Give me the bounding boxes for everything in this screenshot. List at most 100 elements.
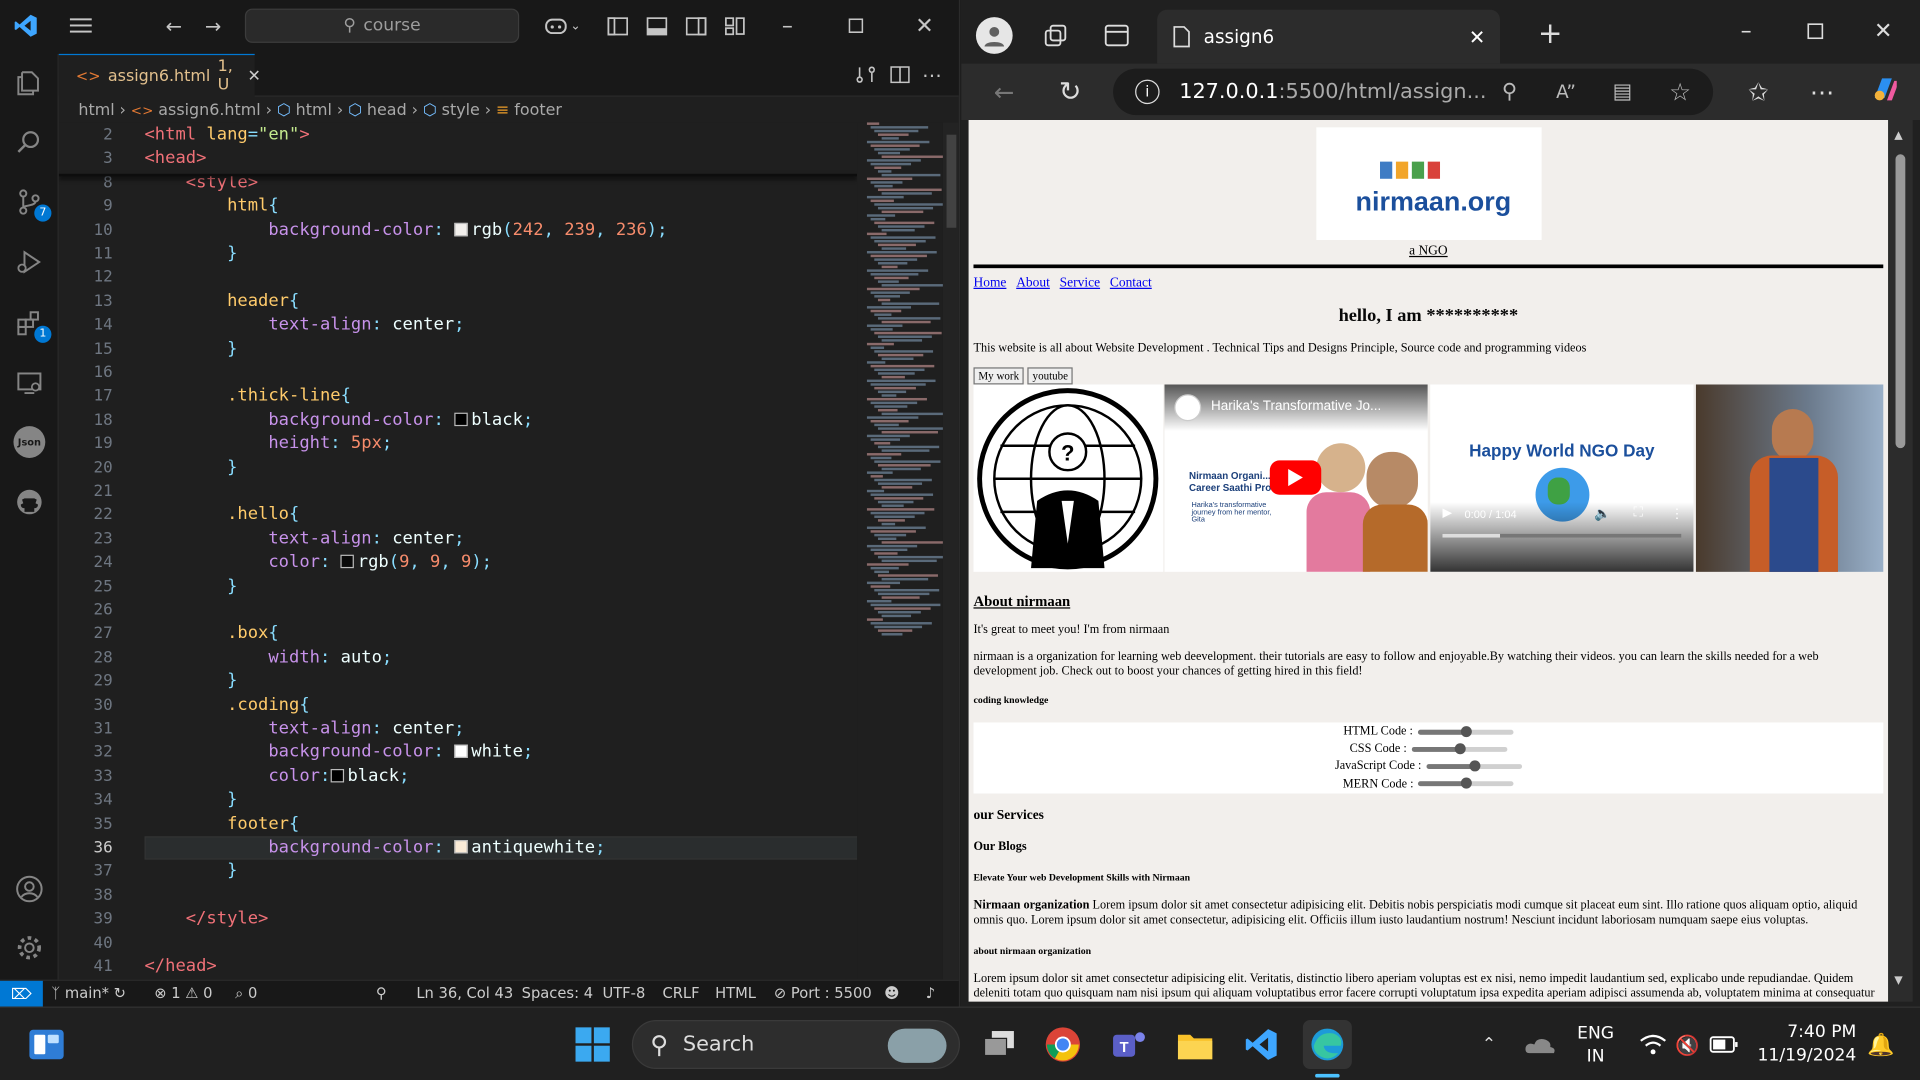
code-line[interactable]: html{ (144, 195, 279, 219)
code-line[interactable]: background-color: antiquewhite; (144, 836, 605, 860)
back-icon[interactable]: ← (991, 77, 1018, 106)
code-line[interactable]: } (144, 242, 237, 266)
edge-close-icon[interactable]: ✕ (1870, 17, 1897, 44)
compare-changes-icon[interactable] (852, 61, 879, 88)
slider-thumb[interactable] (1461, 777, 1473, 789)
code-line[interactable]: </style> (144, 908, 269, 932)
color-swatch[interactable] (454, 744, 468, 759)
refresh-icon[interactable]: ↻ (1057, 77, 1084, 108)
code-line[interactable]: text-align: center; (144, 528, 464, 552)
code-line[interactable]: footer{ (144, 813, 299, 837)
code-line[interactable]: </head> (144, 955, 216, 979)
code-line[interactable]: text-align: center; (144, 314, 464, 338)
breadcrumb-item[interactable]: html (296, 101, 332, 119)
code-line[interactable]: .hello{ (144, 504, 299, 528)
breadcrumb-item[interactable]: footer (514, 101, 562, 119)
color-swatch[interactable] (454, 412, 468, 426)
scroll-thumb[interactable] (1895, 154, 1906, 449)
more-actions-icon[interactable]: ⋯ (918, 61, 945, 88)
slider-thumb[interactable] (1469, 760, 1481, 772)
widgets-icon[interactable] (22, 1020, 71, 1069)
youtube-play-icon[interactable] (1269, 460, 1322, 495)
code-line[interactable]: text-align: center; (144, 718, 464, 742)
code-line[interactable]: } (144, 456, 237, 480)
account-icon[interactable] (10, 869, 49, 908)
toggle-panel-icon[interactable] (643, 12, 670, 39)
menu-icon[interactable] (67, 12, 94, 39)
slider-thumb[interactable] (1460, 725, 1472, 737)
scroll-down-icon[interactable]: ▼ (1894, 975, 1902, 987)
settings-gear-icon[interactable] (10, 928, 49, 967)
encoding-status[interactable]: UTF-8 (602, 984, 645, 1001)
edge-maximize-icon[interactable] (1801, 17, 1828, 44)
remote-indicator-icon[interactable]: ⌦ (0, 980, 43, 1007)
code-line[interactable]: header{ (144, 290, 299, 314)
file-explorer-icon[interactable] (1171, 1020, 1220, 1069)
color-swatch[interactable] (454, 222, 468, 236)
code-line[interactable]: background-color: white; (144, 741, 533, 765)
browser-tab-close-icon[interactable]: ✕ (1469, 25, 1485, 48)
run-debug-icon[interactable] (10, 242, 49, 281)
breadcrumb-item[interactable]: assign6.html (158, 101, 260, 119)
code-line[interactable]: height: 5px; (144, 432, 392, 456)
maximize-icon[interactable] (842, 12, 869, 39)
address-bar[interactable]: i 127.0.0.1:5500/html/assign... ⚲ A” ▤ ☆ (1113, 68, 1714, 116)
code-line[interactable]: .thick-line{ (144, 385, 351, 409)
language-indicator[interactable]: ENG IN (1577, 1022, 1614, 1069)
skill-slider[interactable] (1417, 725, 1514, 737)
start-windows-icon[interactable] (568, 1020, 617, 1069)
code-line[interactable]: width: auto; (144, 646, 392, 670)
youtube-video-embed[interactable]: Harika's Transformative Jo... Nirmaan Or… (1164, 384, 1428, 572)
settings-more-icon[interactable]: ⋯ (1809, 77, 1836, 106)
breadcrumb-item[interactable]: style (442, 101, 480, 119)
fullscreen-icon[interactable]: ⛶ (1633, 506, 1642, 522)
split-editor-icon[interactable] (887, 61, 914, 88)
notification-bell-icon[interactable]: 🔔 (1856, 1020, 1905, 1069)
branch-status[interactable]: ᛉ main* ↻ (51, 984, 126, 1001)
site-info-icon[interactable]: i (1135, 79, 1160, 105)
my-work-button[interactable]: My work (973, 367, 1024, 385)
customize-layout-icon[interactable] (721, 12, 748, 39)
skill-slider[interactable] (1426, 760, 1522, 772)
github-icon[interactable] (10, 482, 49, 521)
search-icon[interactable] (10, 122, 49, 161)
video-more-icon[interactable]: ⋮ (1670, 506, 1683, 522)
code-line[interactable]: } (144, 575, 237, 599)
editor-scrollbar[interactable] (942, 122, 959, 980)
edge-minimize-icon[interactable]: – (1733, 17, 1760, 44)
favorite-star-icon[interactable]: ☆ (1669, 77, 1691, 106)
eol-status[interactable]: CRLF (662, 984, 699, 1001)
code-line[interactable]: <head> (144, 147, 206, 171)
page-scrollbar[interactable]: ▲ ▼ (1888, 120, 1913, 1002)
task-view-icon[interactable] (975, 1020, 1024, 1069)
code-line[interactable]: color: rgb(9, 9, 9); (144, 551, 492, 575)
favorites-icon[interactable]: ✩ (1745, 77, 1772, 106)
copilot-icon[interactable] (1870, 76, 1897, 103)
code-line[interactable]: <html lang="en"> (144, 124, 309, 148)
code-line[interactable]: background-color: black; (144, 409, 533, 433)
code-line[interactable]: .box{ (144, 623, 279, 647)
immersive-reader-icon[interactable]: ▤ (1613, 80, 1633, 104)
breadcrumb-item[interactable]: html (78, 101, 114, 119)
battery-icon[interactable] (1700, 1020, 1749, 1069)
minimize-icon[interactable]: – (774, 12, 801, 39)
scroll-up-icon[interactable]: ▲ (1894, 130, 1902, 142)
toggle-sidebar-icon[interactable] (604, 12, 631, 39)
breadcrumb-item[interactable]: head (367, 101, 407, 119)
code-line[interactable]: } (144, 337, 237, 361)
read-aloud-icon[interactable]: A” (1556, 81, 1576, 103)
json-icon[interactable]: Json (10, 422, 49, 461)
code-line[interactable]: color: black; (144, 765, 409, 789)
onedrive-icon[interactable] (1516, 1020, 1565, 1069)
source-control-icon[interactable]: 7 (10, 182, 52, 222)
back-arrow-icon[interactable]: ← (160, 12, 187, 39)
nav-about-link[interactable]: About (1016, 276, 1050, 291)
zoom-icon[interactable]: ⚲ (1502, 80, 1517, 104)
explorer-icon[interactable] (10, 64, 49, 103)
webpage-viewport[interactable]: nirmaan.org a NGO Home About Service Con… (968, 120, 1889, 1002)
workspaces-icon[interactable] (1042, 22, 1069, 49)
slider-thumb[interactable] (1454, 742, 1466, 754)
code-editor[interactable]: 2 <html lang="en"> 3 <head> 8 <style> 9 html{… (58, 122, 858, 980)
code-line[interactable]: } (144, 789, 237, 813)
tab-actions-icon[interactable] (1103, 22, 1130, 49)
